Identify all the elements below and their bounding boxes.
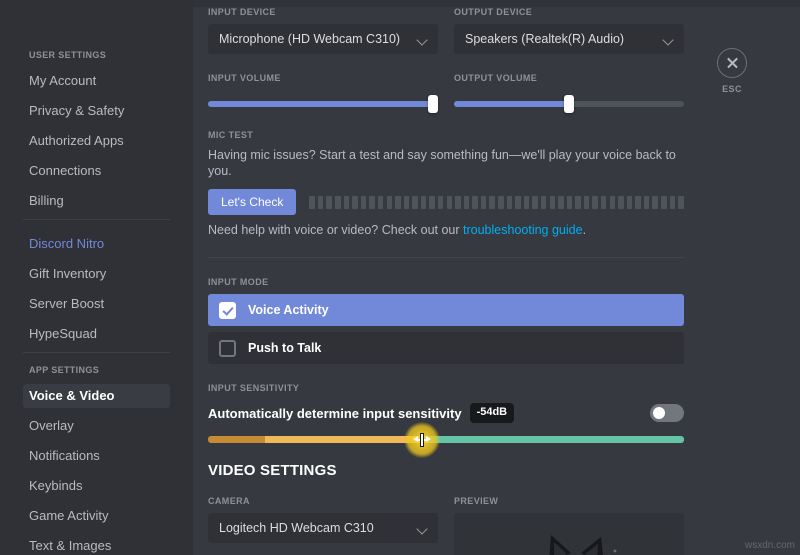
voice-activity-label: Voice Activity: [248, 303, 329, 317]
input-volume-label: INPUT VOLUME: [208, 73, 438, 83]
auto-sensitivity-row: Automatically determine input sensitivit…: [208, 402, 684, 424]
sidebar-item-connections[interactable]: Connections: [23, 159, 170, 183]
sidebar-item-gift-inventory[interactable]: Gift Inventory: [23, 262, 170, 286]
preview-group: PREVIEW: [454, 496, 684, 555]
output-device-label: OUTPUT DEVICE: [454, 7, 684, 17]
sidebar-divider-1: [23, 219, 170, 220]
input-device-group: INPUT DEVICE Microphone (HD Webcam C310): [208, 7, 438, 54]
settings-sidebar[interactable]: USER SETTINGS My Account Privacy & Safet…: [0, 0, 193, 555]
input-sensitivity-label: INPUT SENSITIVITY: [208, 383, 684, 393]
input-mode-option-push-to-talk[interactable]: Push to Talk: [208, 332, 684, 364]
sidebar-item-privacy-safety[interactable]: Privacy & Safety: [23, 99, 170, 123]
input-volume-group: INPUT VOLUME: [208, 73, 438, 111]
sensitivity-drag-handle[interactable]: [404, 422, 440, 458]
device-row: INPUT DEVICE Microphone (HD Webcam C310)…: [208, 7, 684, 54]
auto-sensitivity-toggle[interactable]: [650, 404, 684, 422]
close-settings-button[interactable]: ESC: [714, 48, 750, 94]
sidebar-item-voice-video[interactable]: Voice & Video: [23, 384, 170, 408]
checkbox-empty-icon: [219, 340, 236, 357]
chevron-down-icon: [663, 34, 674, 45]
volume-row: INPUT VOLUME OUTPUT VOLUME: [208, 73, 684, 111]
watermark: wsxdn.com: [745, 540, 795, 551]
output-volume-slider[interactable]: [454, 97, 684, 111]
mic-test-controls: Let's Check: [208, 189, 684, 215]
auto-sensitivity-text: Automatically determine input sensitivit…: [208, 406, 462, 421]
help-text-pre: Need help with voice or video? Check out…: [208, 223, 463, 237]
output-device-value: Speakers (Realtek(R) Audio): [465, 32, 663, 46]
sidebar-item-server-boost[interactable]: Server Boost: [23, 292, 170, 316]
sensitivity-bar[interactable]: [208, 436, 684, 443]
settings-main-panel: INPUT DEVICE Microphone (HD Webcam C310)…: [193, 0, 800, 555]
mic-test-label: MIC TEST: [208, 130, 684, 140]
sidebar-item-authorized-apps[interactable]: Authorized Apps: [23, 129, 170, 153]
camera-dropdown[interactable]: Logitech HD Webcam C310: [208, 513, 438, 543]
mic-test-description: Having mic issues? Start a test and say …: [208, 147, 684, 179]
output-volume-fill: [454, 101, 569, 107]
push-to-talk-label: Push to Talk: [248, 341, 321, 355]
input-sensitivity-section: INPUT SENSITIVITY Automatically determin…: [208, 383, 684, 443]
sidebar-header-user-settings: USER SETTINGS: [29, 50, 183, 60]
video-settings-section: VIDEO SETTINGS CAMERA Logitech HD Webcam…: [208, 462, 684, 555]
sidebar-item-billing[interactable]: Billing: [23, 189, 170, 213]
esc-label: ESC: [714, 84, 750, 94]
input-volume-fill: [208, 101, 438, 107]
sidebar-item-notifications[interactable]: Notifications: [23, 444, 170, 468]
check-icon: [219, 302, 236, 319]
chevron-down-icon: [417, 34, 428, 45]
discord-settings-window: USER SETTINGS My Account Privacy & Safet…: [0, 0, 800, 555]
close-icon[interactable]: [717, 48, 747, 78]
camera-group: CAMERA Logitech HD Webcam C310: [208, 496, 438, 555]
sidebar-item-game-activity[interactable]: Game Activity: [23, 504, 170, 528]
input-device-label: INPUT DEVICE: [208, 7, 438, 17]
sidebar-item-hypesquad[interactable]: HypeSquad: [23, 322, 170, 346]
mic-test-section: MIC TEST Having mic issues? Start a test…: [208, 130, 684, 238]
sensitivity-tooltip: -54dB: [470, 403, 515, 423]
voice-video-settings-content: INPUT DEVICE Microphone (HD Webcam C310)…: [208, 0, 684, 555]
camera-label: CAMERA: [208, 496, 438, 506]
sidebar-item-overlay[interactable]: Overlay: [23, 414, 170, 438]
sensitivity-segment-orange: [265, 436, 422, 443]
help-text: Need help with voice or video? Check out…: [208, 222, 684, 238]
preview-label: PREVIEW: [454, 496, 684, 506]
input-volume-slider[interactable]: [208, 97, 438, 111]
output-volume-group: OUTPUT VOLUME: [454, 73, 684, 111]
sidebar-divider-2: [23, 352, 170, 353]
input-device-value: Microphone (HD Webcam C310): [219, 32, 417, 46]
sidebar-header-app-settings: APP SETTINGS: [29, 365, 183, 375]
output-device-dropdown[interactable]: Speakers (Realtek(R) Audio): [454, 24, 684, 54]
help-text-post: .: [583, 223, 586, 237]
output-device-group: OUTPUT DEVICE Speakers (Realtek(R) Audio…: [454, 7, 684, 54]
camera-preview-row: CAMERA Logitech HD Webcam C310 PREVIEW: [208, 496, 684, 555]
mic-level-meter: [309, 196, 684, 209]
sidebar-item-keybinds[interactable]: Keybinds: [23, 474, 170, 498]
camera-cat-illustration-icon: [509, 533, 629, 555]
sidebar-item-discord-nitro[interactable]: Discord Nitro: [23, 232, 170, 256]
camera-preview: [454, 513, 684, 555]
camera-value: Logitech HD Webcam C310: [219, 521, 417, 535]
lets-check-button[interactable]: Let's Check: [208, 189, 296, 215]
input-mode-section: INPUT MODE Voice Activity Push to Talk: [208, 277, 684, 364]
input-mode-option-voice-activity[interactable]: Voice Activity: [208, 294, 684, 326]
video-settings-title: VIDEO SETTINGS: [208, 462, 684, 479]
resize-horizontal-cursor-icon: [413, 433, 431, 447]
sidebar-item-my-account[interactable]: My Account: [23, 69, 170, 93]
sensitivity-segment-dark: [208, 436, 265, 443]
troubleshooting-guide-link[interactable]: troubleshooting guide: [463, 223, 583, 237]
toggle-knob: [653, 407, 665, 419]
input-volume-knob[interactable]: [428, 95, 438, 113]
section-divider: [208, 257, 684, 258]
output-volume-knob[interactable]: [564, 95, 574, 113]
sensitivity-segment-green: [422, 436, 684, 443]
input-device-dropdown[interactable]: Microphone (HD Webcam C310): [208, 24, 438, 54]
output-volume-label: OUTPUT VOLUME: [454, 73, 684, 83]
chevron-down-icon: [417, 523, 428, 534]
input-mode-label: INPUT MODE: [208, 277, 684, 287]
sidebar-item-text-images[interactable]: Text & Images: [23, 534, 170, 555]
